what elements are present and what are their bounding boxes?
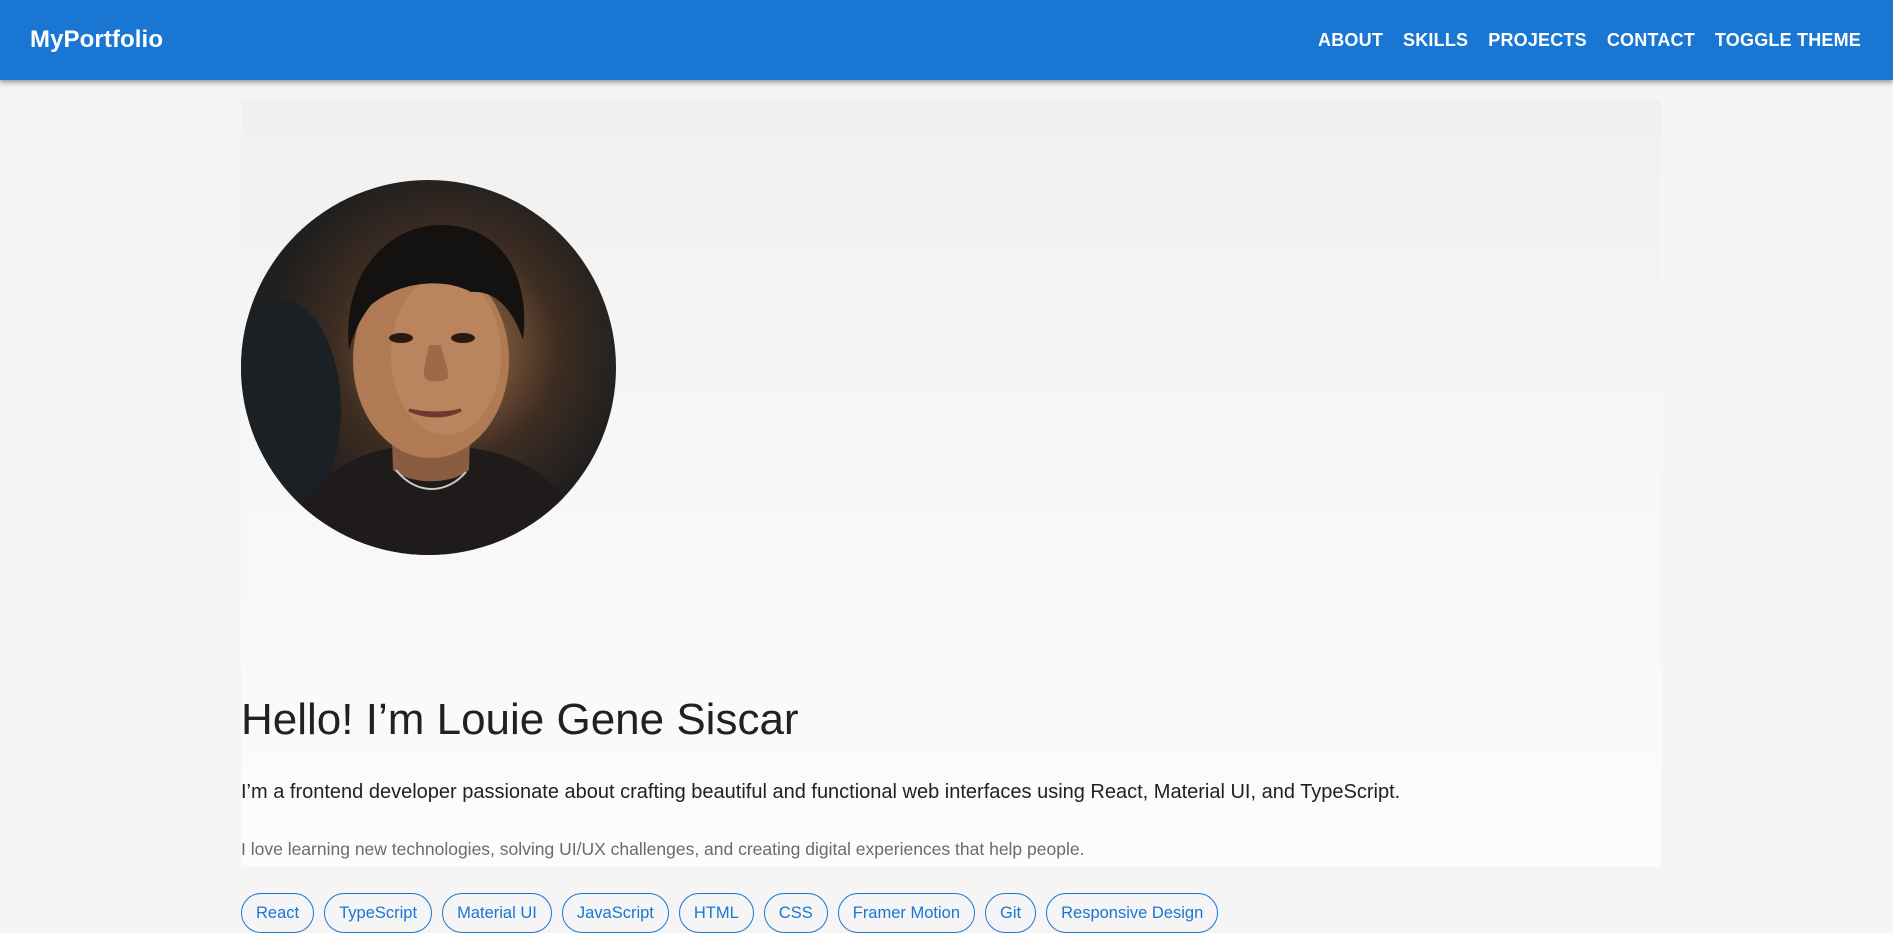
brand-logo[interactable]: MyPortfolio [30, 26, 163, 54]
skill-chip-material-ui[interactable]: Material UI [442, 893, 552, 933]
avatar [241, 180, 616, 555]
intro-subtext: I love learning new technologies, solvin… [241, 839, 1085, 859]
skill-chip-responsive-design[interactable]: Responsive Design [1046, 893, 1219, 933]
skill-chip-javascript[interactable]: JavaScript [561, 893, 669, 933]
intro-text: I’m a frontend developer passionate abou… [241, 781, 1401, 803]
toggle-theme-button[interactable]: TOGGLE THEME [1705, 22, 1863, 59]
app-bar: MyPortfolio ABOUT SKILLS PROJECTS CONTAC… [0, 0, 1893, 80]
skill-chip-typescript[interactable]: TypeScript [324, 893, 433, 933]
skill-chip-html[interactable]: HTML [678, 893, 754, 933]
page-title: Hello! I’m Louie Gene Siscar [241, 695, 799, 744]
skill-chip-css[interactable]: CSS [763, 893, 828, 933]
nav-about-button[interactable]: ABOUT [1308, 22, 1393, 59]
skill-chip-framer-motion[interactable]: Framer Motion [837, 893, 976, 933]
nav-skills-button[interactable]: SKILLS [1393, 22, 1478, 59]
skills-chip-list: React TypeScript Material UI JavaScript … [241, 893, 1219, 933]
hero-section: Hello! I’m Louie Gene Siscar I’m a front… [241, 100, 1661, 933]
nav-projects-button[interactable]: PROJECTS [1478, 22, 1597, 59]
skill-chip-react[interactable]: React [241, 893, 315, 933]
skill-chip-git[interactable]: Git [985, 893, 1037, 933]
nav-contact-button[interactable]: CONTACT [1597, 22, 1705, 59]
profile-photo-icon [241, 225, 591, 555]
main-nav: ABOUT SKILLS PROJECTS CONTACT TOGGLE THE… [1308, 22, 1863, 59]
